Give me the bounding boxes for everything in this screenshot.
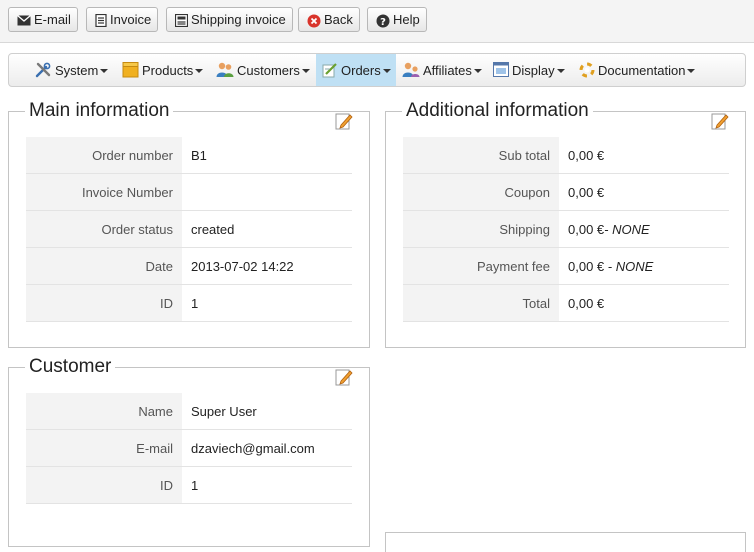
main-information-panel: Main information Order number B1 Invoice … <box>8 100 370 348</box>
table-row: Coupon 0,00 € <box>403 173 729 211</box>
help-button[interactable]: ? Help <box>367 7 427 32</box>
invoice-number-value <box>182 173 352 211</box>
svg-text:?: ? <box>380 17 386 28</box>
table-row: Total 0,00 € <box>403 284 729 322</box>
menu-display-label: Display <box>512 63 555 78</box>
bottom-right-panel-edge <box>385 532 746 552</box>
menu-affiliates-label: Affiliates <box>423 63 472 78</box>
table-row: ID 1 <box>26 284 352 322</box>
email-button[interactable]: E-mail <box>8 7 78 32</box>
envelope-icon <box>17 15 31 26</box>
date-value: 2013-07-02 14:22 <box>182 247 352 285</box>
chevron-down-icon <box>382 68 391 73</box>
edit-pencil-icon[interactable] <box>335 112 353 130</box>
shipping-value: 0,00 €- NONE <box>559 210 729 248</box>
table-row: Payment fee 0,00 € - NONE <box>403 247 729 285</box>
chevron-down-icon <box>195 68 204 73</box>
customer-table: Name Super User E-mail dzaviech@gmail.com … <box>26 393 352 504</box>
table-row: Order number B1 <box>26 137 352 174</box>
total-value: 0,00 € <box>559 284 729 322</box>
total-label: Total <box>403 284 559 322</box>
table-row: E-mail dzaviech@gmail.com <box>26 429 352 467</box>
additional-information-title: Additional information <box>402 100 593 122</box>
customer-id-value: 1 <box>182 466 352 504</box>
table-row: Date 2013-07-02 14:22 <box>26 247 352 285</box>
payment-fee-value: 0,00 € - NONE <box>559 247 729 285</box>
order-status-value: created <box>182 210 352 248</box>
chevron-down-icon <box>100 68 109 73</box>
menu-customers[interactable]: Customers <box>216 54 310 86</box>
menu-documentation-label: Documentation <box>598 63 686 78</box>
chevron-down-icon <box>301 68 310 73</box>
customer-name-label: Name <box>26 393 182 430</box>
back-button-label: Back <box>324 12 353 27</box>
menu-documentation[interactable]: Documentation <box>579 54 696 86</box>
lifebuoy-icon <box>579 62 595 78</box>
table-row: ID 1 <box>26 466 352 504</box>
main-menu-bar: System Products Customers Orders Affilia… <box>8 53 746 87</box>
help-button-label: Help <box>393 12 420 27</box>
edit-pencil-icon[interactable] <box>711 112 729 130</box>
coupon-label: Coupon <box>403 173 559 211</box>
shipping-invoice-button-label: Shipping invoice <box>191 12 286 27</box>
users-icon <box>216 62 234 78</box>
order-number-value: B1 <box>182 137 352 174</box>
customer-email-label: E-mail <box>26 429 182 467</box>
invoice-number-label: Invoice Number <box>26 173 182 211</box>
additional-information-panel: Additional information Sub total 0,00 € C… <box>385 100 746 348</box>
order-number-label: Order number <box>26 137 182 174</box>
edit-pencil-icon[interactable] <box>335 368 353 386</box>
close-circle-icon <box>307 14 321 28</box>
table-row: Name Super User <box>26 393 352 430</box>
chevron-down-icon <box>556 68 565 73</box>
menu-products-label: Products <box>142 63 194 78</box>
menu-orders-label: Orders <box>341 63 381 78</box>
id-value: 1 <box>182 284 352 322</box>
menu-customers-label: Customers <box>237 63 300 78</box>
main-information-title: Main information <box>25 100 174 122</box>
back-button[interactable]: Back <box>298 7 360 32</box>
document-icon <box>95 14 107 28</box>
order-status-label: Order status <box>26 210 182 248</box>
menu-products[interactable]: Products <box>122 54 204 86</box>
invoice-button-label: Invoice <box>110 12 152 27</box>
menu-system[interactable]: System <box>34 54 109 86</box>
table-row: Sub total 0,00 € <box>403 137 729 174</box>
chevron-down-icon <box>473 68 482 73</box>
menu-system-label: System <box>55 63 99 78</box>
printer-icon <box>175 14 188 28</box>
chevron-down-icon <box>687 68 696 73</box>
sub-total-value: 0,00 € <box>559 137 729 174</box>
id-label: ID <box>26 284 182 322</box>
customer-email-value: dzaviech@gmail.com <box>182 429 352 467</box>
customer-title: Customer <box>25 356 116 378</box>
menu-affiliates[interactable]: Affiliates <box>402 54 482 86</box>
table-row: Invoice Number <box>26 173 352 211</box>
top-toolbar: E-mail Invoice Shipping invoice Back ? H… <box>0 0 754 43</box>
shipping-label: Shipping <box>403 210 559 248</box>
coupon-value: 0,00 € <box>559 173 729 211</box>
customer-panel: Customer Name Super User E-mail dzaviech@g… <box>8 356 370 547</box>
affiliate-users-icon <box>402 62 420 78</box>
additional-information-table: Sub total 0,00 € Coupon 0,00 € Shipping 0,0… <box>403 137 729 322</box>
box-icon <box>122 62 139 78</box>
menu-display[interactable]: Display <box>493 54 565 86</box>
email-button-label: E-mail <box>34 12 71 27</box>
customer-id-label: ID <box>26 466 182 504</box>
tools-icon <box>35 62 51 77</box>
window-icon <box>493 62 509 78</box>
sub-total-label: Sub total <box>403 137 559 174</box>
shipping-invoice-button[interactable]: Shipping invoice <box>166 7 293 32</box>
question-circle-icon: ? <box>376 14 390 28</box>
orders-icon <box>322 62 337 78</box>
main-information-table: Order number B1 Invoice Number Order stat… <box>26 137 352 322</box>
table-row: Order status created <box>26 210 352 248</box>
customer-name-value: Super User <box>182 393 352 430</box>
date-label: Date <box>26 247 182 285</box>
payment-fee-label: Payment fee <box>403 247 559 285</box>
table-row: Shipping 0,00 €- NONE <box>403 210 729 248</box>
invoice-button[interactable]: Invoice <box>86 7 159 32</box>
menu-orders[interactable]: Orders <box>316 54 396 86</box>
